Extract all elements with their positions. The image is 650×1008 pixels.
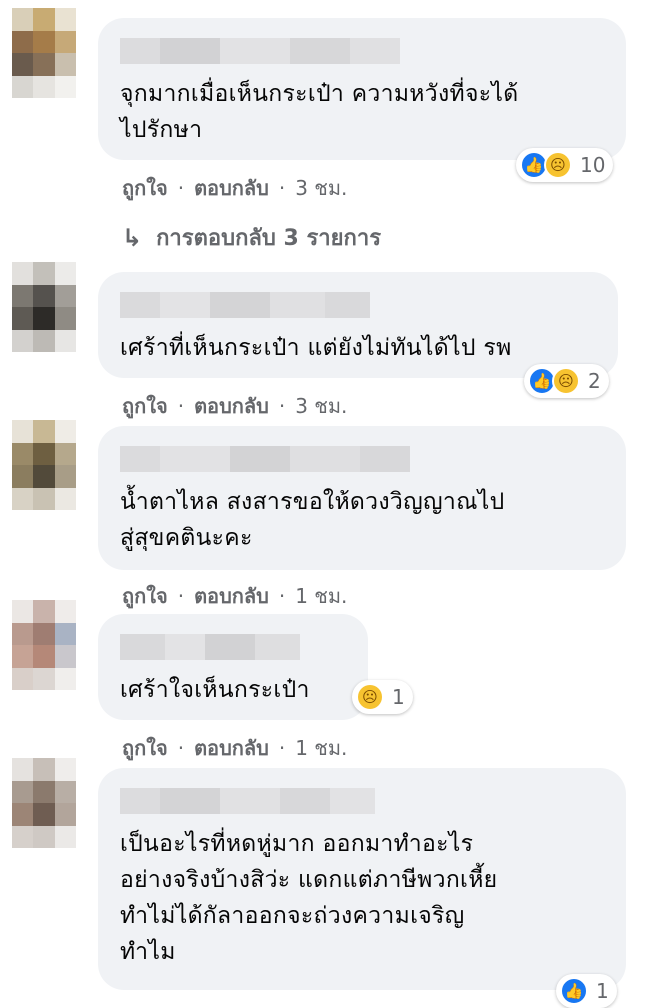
reply-button[interactable]: ตอบกลับ — [194, 580, 269, 612]
separator: · — [177, 176, 185, 200]
comment-text: เศร้าที่เห็นกระเป๋า แต่ยังไม่ทันได้ไป รพ — [120, 335, 512, 361]
author-name-blurred[interactable] — [120, 634, 346, 660]
reaction-count: 1 — [392, 685, 405, 709]
avatar[interactable] — [12, 262, 76, 352]
separator: · — [278, 176, 286, 200]
reaction-summary[interactable]: 👍 ☹ 10 — [516, 148, 614, 182]
author-name-blurred[interactable] — [120, 788, 604, 814]
timestamp[interactable]: 3 ชม. — [295, 390, 347, 422]
like-button[interactable]: ถูกใจ — [122, 580, 168, 612]
comment-bubble: น้ำตาไหล สงสารขอให้ดวงวิญญาณไป สู่สุขคติ… — [98, 426, 626, 570]
like-icon: 👍 — [560, 977, 588, 1005]
view-replies-label: การตอบกลับ 3 รายการ — [156, 226, 382, 251]
comment-text: เป็นอะไรที่หดหู่มาก ออกมาทำอะไร อย่างจริ… — [120, 831, 498, 965]
avatar[interactable] — [12, 8, 76, 98]
like-button[interactable]: ถูกใจ — [122, 390, 168, 422]
sad-icon: ☹ — [356, 683, 384, 711]
author-name-blurred[interactable] — [120, 446, 604, 472]
sad-icon: ☹ — [544, 151, 572, 179]
comment-actions: ถูกใจ · ตอบกลับ · 1 ชม. — [122, 732, 347, 764]
author-name-blurred[interactable] — [120, 38, 604, 64]
comment-bubble: เศร้าที่เห็นกระเป๋า แต่ยังไม่ทันได้ไป รพ — [98, 272, 618, 378]
comment-text: น้ำตาไหล สงสารขอให้ดวงวิญญาณไป สู่สุขคติ… — [120, 489, 505, 551]
reaction-summary[interactable]: 👍 1 — [556, 974, 617, 1008]
avatar[interactable] — [12, 600, 76, 690]
reply-button[interactable]: ตอบกลับ — [194, 390, 269, 422]
separator: · — [177, 736, 185, 760]
view-replies-link[interactable]: ↳ การตอบกลับ 3 รายการ — [122, 220, 381, 255]
reply-button[interactable]: ตอบกลับ — [194, 732, 269, 764]
reaction-count: 2 — [588, 369, 601, 393]
comment-bubble: เศร้าใจเห็นกระเป๋า — [98, 614, 368, 720]
author-name-blurred[interactable] — [120, 292, 596, 318]
reaction-summary[interactable]: 👍 ☹ 2 — [524, 364, 609, 398]
comment-actions: ถูกใจ · ตอบกลับ · 3 ชม. — [122, 390, 347, 422]
comment-text: เศร้าใจเห็นกระเป๋า — [120, 677, 310, 703]
reply-button[interactable]: ตอบกลับ — [194, 172, 269, 204]
comment-text: จุกมากเมื่อเห็นกระเป๋า ความหวังที่จะได้ … — [120, 81, 519, 143]
comment-actions: ถูกใจ · ตอบกลับ · 1 ชม. — [122, 580, 347, 612]
separator: · — [278, 584, 286, 608]
timestamp[interactable]: 1 ชม. — [295, 580, 347, 612]
timestamp[interactable]: 3 ชม. — [295, 172, 347, 204]
like-button[interactable]: ถูกใจ — [122, 172, 168, 204]
avatar[interactable] — [12, 420, 76, 510]
separator: · — [278, 394, 286, 418]
reaction-summary[interactable]: ☹ 1 — [352, 680, 413, 714]
separator: · — [278, 736, 286, 760]
comment-bubble: จุกมากเมื่อเห็นกระเป๋า ความหวังที่จะได้ … — [98, 18, 626, 160]
like-button[interactable]: ถูกใจ — [122, 732, 168, 764]
separator: · — [177, 584, 185, 608]
sad-icon: ☹ — [552, 367, 580, 395]
comment-actions: ถูกใจ · ตอบกลับ · 3 ชม. — [122, 172, 347, 204]
reaction-count: 1 — [596, 979, 609, 1003]
reply-arrow-icon: ↳ — [122, 223, 143, 252]
avatar[interactable] — [12, 758, 76, 848]
timestamp[interactable]: 1 ชม. — [295, 732, 347, 764]
reaction-count: 10 — [580, 153, 606, 177]
separator: · — [177, 394, 185, 418]
comment-bubble: เป็นอะไรที่หดหู่มาก ออกมาทำอะไร อย่างจริ… — [98, 768, 626, 990]
